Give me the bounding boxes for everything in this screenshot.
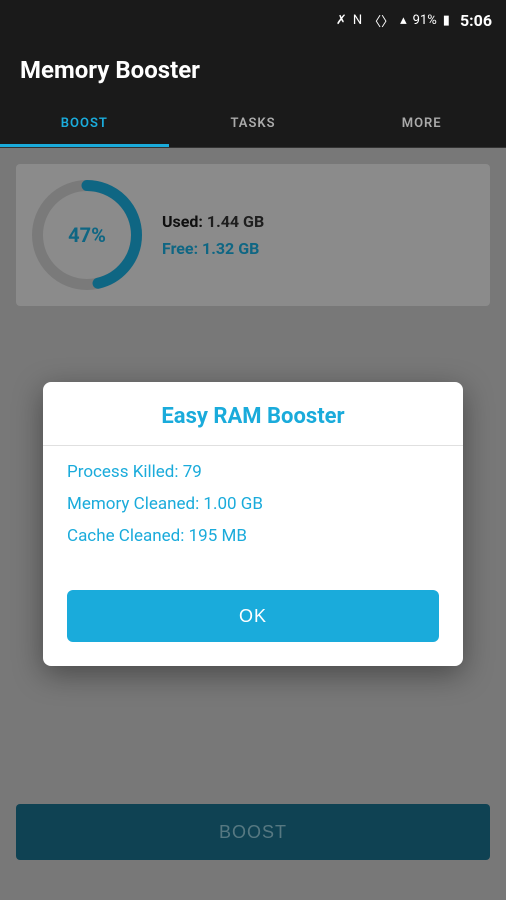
dialog-overlay: Easy RAM Booster Process Killed: 79 Memo…: [0, 148, 506, 900]
app-header: Memory Booster: [0, 40, 506, 100]
signal-icon: ▴: [400, 13, 407, 28]
network-n-icon: N: [353, 13, 362, 28]
app-title: Memory Booster: [20, 56, 200, 84]
main-area: 47% Used: 1.44 GB Free: 1.32 GB Boost: [0, 148, 506, 900]
status-time: 5:06: [460, 11, 492, 30]
battery-text: 91%: [413, 13, 437, 28]
battery-icon: ▮: [443, 13, 450, 28]
wifi-icon: 〈〉: [368, 11, 394, 30]
bluetooth-icon: ✗: [336, 13, 347, 28]
app-container: ✗ N 〈〉 ▴ 91% ▮ 5:06 Memory Booster BOOST…: [0, 0, 506, 900]
dialog-divider: [43, 445, 463, 446]
dialog: Easy RAM Booster Process Killed: 79 Memo…: [43, 382, 463, 666]
dialog-stat-cache: Cache Cleaned: 195 MB: [67, 526, 439, 546]
tab-boost[interactable]: BOOST: [0, 100, 169, 147]
tab-bar: BOOST TASKS MORE: [0, 100, 506, 148]
tab-more[interactable]: MORE: [337, 100, 506, 147]
dialog-ok-button[interactable]: OK: [67, 590, 439, 642]
dialog-title: Easy RAM Booster: [43, 382, 463, 445]
tab-tasks[interactable]: TASKS: [169, 100, 338, 147]
dialog-stat-memory: Memory Cleaned: 1.00 GB: [67, 494, 439, 514]
status-bar: ✗ N 〈〉 ▴ 91% ▮ 5:06: [0, 0, 506, 40]
status-icons: ✗ N 〈〉 ▴ 91% ▮ 5:06: [336, 11, 492, 30]
dialog-body: Process Killed: 79 Memory Cleaned: 1.00 …: [43, 462, 463, 582]
dialog-stat-process: Process Killed: 79: [67, 462, 439, 482]
